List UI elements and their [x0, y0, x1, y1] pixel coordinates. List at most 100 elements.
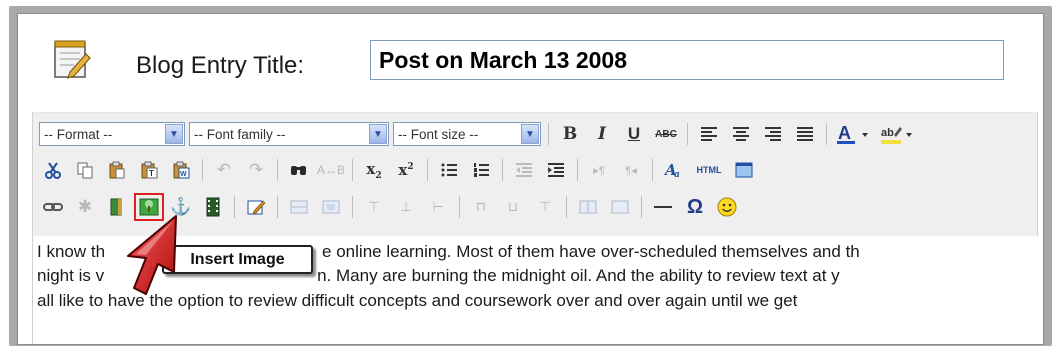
svg-text:a: a [674, 170, 680, 179]
cursor-icon [127, 215, 177, 295]
insert-col-after-icon: ⊔ [507, 199, 519, 214]
toolbar-separator [548, 123, 549, 145]
media-button[interactable] [199, 194, 227, 220]
outdent-button[interactable] [510, 157, 538, 183]
cut-button[interactable] [39, 157, 67, 183]
fullscreen-button[interactable] [730, 157, 758, 183]
undo-button[interactable]: ↶ [210, 157, 238, 183]
unlink-icon: ✱ [77, 197, 93, 216]
align-center-button[interactable] [727, 121, 755, 147]
outdent-icon [516, 163, 532, 177]
table-cell-icon [322, 200, 340, 214]
insert-col-after-button[interactable]: ⊔ [499, 194, 527, 220]
align-left-button[interactable] [695, 121, 723, 147]
rtl-icon: ¶◂ [625, 164, 637, 177]
underline-button[interactable]: U [620, 121, 648, 147]
insert-row-before-button[interactable]: ⊤ [360, 194, 388, 220]
bold-button[interactable]: B [556, 121, 584, 147]
indent-button[interactable] [542, 157, 570, 183]
rtl-button[interactable]: ¶◂ [617, 157, 645, 183]
merge-cells-button[interactable] [606, 194, 634, 220]
styles-button[interactable]: Aa [660, 157, 688, 183]
unlink-button[interactable]: ✱ [71, 194, 99, 220]
table-cell-button[interactable] [317, 194, 345, 220]
paste-button[interactable] [103, 157, 131, 183]
svg-text:T: T [149, 169, 154, 178]
font-family-select-label: -- Font family -- [194, 126, 286, 142]
subscript-button[interactable]: x2 [360, 157, 388, 183]
indent-icon [548, 163, 564, 177]
title-row: Blog Entry Title: [18, 14, 1043, 106]
align-right-button[interactable] [759, 121, 787, 147]
paste-text-button[interactable]: T [135, 157, 163, 183]
font-size-select[interactable]: -- Font size -- ▼ [393, 122, 541, 146]
toolbar-separator [652, 159, 653, 181]
delete-row-button[interactable]: ⊢ [424, 194, 452, 220]
bullet-list-icon [441, 163, 457, 177]
film-icon [206, 197, 220, 217]
table-icon [290, 200, 308, 214]
paste-word-button[interactable]: W [167, 157, 195, 183]
align-justify-icon [797, 127, 813, 141]
merge-cells-icon [611, 200, 629, 214]
insert-row-after-button[interactable]: ⊥ [392, 194, 420, 220]
link-button[interactable] [39, 194, 67, 220]
highlight-color-icon: ab [881, 127, 912, 144]
ltr-button[interactable]: ▸¶ [585, 157, 613, 183]
superscript-button[interactable]: x2 [392, 157, 420, 183]
align-center-icon [733, 127, 749, 141]
toolbar-separator [459, 196, 460, 218]
toolbar-separator [502, 159, 503, 181]
split-cells-button[interactable] [574, 194, 602, 220]
subscript-icon: x2 [366, 159, 382, 181]
format-select-label: -- Format -- [44, 126, 113, 142]
delete-row-icon: ⊢ [432, 199, 444, 214]
cut-icon [45, 162, 61, 179]
edit-button[interactable] [242, 194, 270, 220]
delete-col-button[interactable]: ⊤ [531, 194, 559, 220]
omega-icon: Ω [686, 195, 704, 218]
copy-button[interactable] [71, 157, 99, 183]
align-justify-button[interactable] [791, 121, 819, 147]
insert-row-icon: ⊤ [368, 199, 380, 214]
toolbar-separator [641, 196, 642, 218]
find-button[interactable] [285, 157, 313, 183]
emoticon-button[interactable] [713, 194, 741, 220]
copy-icon [77, 162, 93, 179]
title-label: Blog Entry Title: [136, 52, 305, 79]
background-color-button[interactable]: ab [878, 121, 918, 147]
svg-text:W: W [180, 171, 187, 178]
replace-icon: A↔B [317, 163, 346, 177]
insert-col-before-button[interactable]: ⊓ [467, 194, 495, 220]
find-icon [291, 166, 306, 175]
bullet-list-button[interactable] [435, 157, 463, 183]
replace-button[interactable]: A↔B [317, 157, 345, 183]
svg-text:A: A [838, 123, 851, 143]
insert-row-after-icon: ⊥ [400, 199, 412, 214]
numbered-list-button[interactable] [467, 157, 495, 183]
toolbar-separator [234, 196, 235, 218]
html-button[interactable]: HTML [692, 157, 726, 183]
redo-button[interactable]: ↷ [242, 157, 270, 183]
svg-text:ab: ab [881, 127, 894, 139]
numbered-list-icon [474, 163, 489, 177]
special-char-button[interactable]: Ω [681, 194, 709, 220]
horizontal-rule-icon [654, 206, 672, 208]
horizontal-rule-button[interactable] [649, 194, 677, 220]
redo-icon: ↷ [248, 160, 264, 179]
font-family-select[interactable]: -- Font family -- ▼ [189, 122, 389, 146]
italic-button[interactable]: I [588, 121, 616, 147]
paste-icon [109, 161, 125, 179]
strikethrough-button[interactable]: ABC [652, 121, 680, 147]
format-select[interactable]: -- Format -- ▼ [39, 122, 185, 146]
paste-text-icon: T [141, 161, 158, 179]
ltr-icon: ▸¶ [593, 164, 605, 177]
toolbar-separator [277, 159, 278, 181]
text-color-icon: A [837, 123, 868, 144]
align-right-icon [765, 127, 781, 141]
edit-icon [247, 200, 266, 215]
paste-word-icon: W [173, 161, 190, 179]
table-row-button[interactable] [285, 194, 313, 220]
title-input[interactable] [370, 40, 1004, 80]
text-color-button[interactable]: A [834, 121, 874, 147]
